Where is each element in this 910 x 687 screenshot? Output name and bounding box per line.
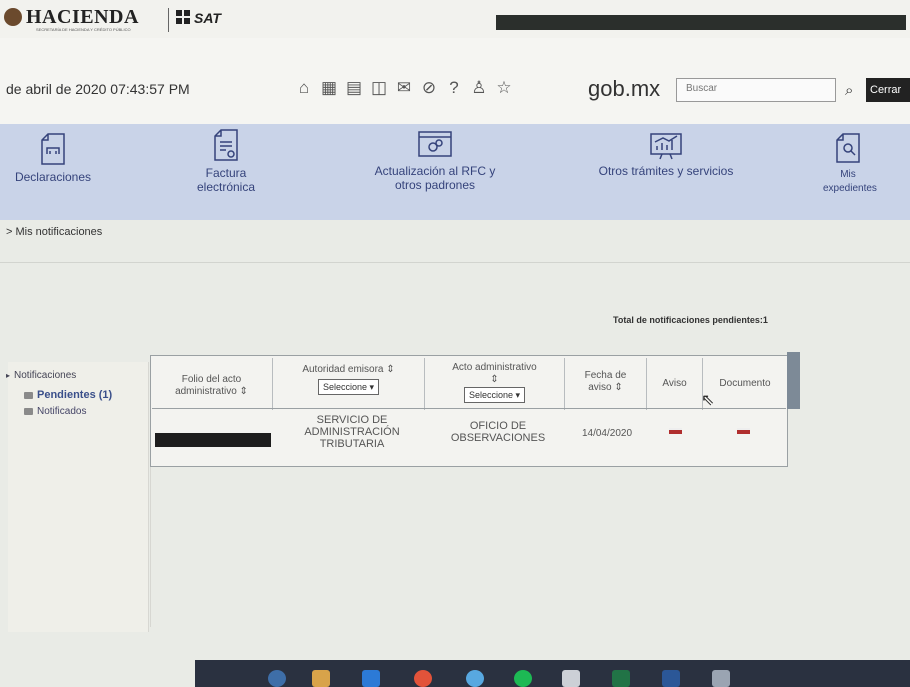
breadcrumb[interactable]: > Mis notificaciones	[6, 226, 102, 238]
column-header-folio[interactable]: Folio del acto administrativo ⇕	[151, 358, 273, 410]
acto-select[interactable]: Seleccione ▾	[463, 387, 526, 403]
session-datetime: de abril de 2020 07:43:57 PM	[6, 81, 190, 97]
column-label: Autoridad emisora	[302, 364, 384, 375]
sat-logo[interactable]: SAT	[194, 10, 221, 26]
expedientes-icon	[836, 133, 860, 163]
aviso-pdf-icon[interactable]	[669, 428, 682, 434]
select-value: Seleccione	[468, 390, 513, 400]
mail-icon[interactable]: ✉	[395, 79, 413, 97]
divider	[0, 262, 910, 263]
rfc-icon	[418, 131, 452, 157]
compass-icon[interactable]: ⊘	[420, 79, 438, 97]
star-icon[interactable]: ☆	[495, 79, 513, 97]
dropdown-arrow-icon: ▾	[515, 390, 521, 400]
nav-label: Factura electrónica	[196, 166, 256, 194]
user-icon[interactable]: ♙	[470, 79, 488, 97]
notifications-tree: ▸ Notificaciones Pendientes (1) Notifica…	[6, 362, 149, 632]
select-value: Seleccione	[322, 382, 367, 392]
sort-icon[interactable]: ⇕	[614, 382, 622, 393]
folder-icon	[24, 408, 33, 415]
book-icon[interactable]: ◫	[370, 79, 388, 97]
nav-label: Mis expedientes	[823, 169, 877, 194]
column-header-acto[interactable]: Acto administrativo ⇕ Seleccione ▾	[425, 358, 565, 410]
nav-item-tramites[interactable]: Otros trámites y servicios	[586, 132, 746, 178]
taskbar-app-icon[interactable]	[712, 670, 730, 687]
sort-icon[interactable]: ⇕	[490, 374, 498, 385]
tree-item-notificados[interactable]: Notificados	[24, 406, 86, 417]
row-divider	[152, 408, 786, 409]
taskbar-app-icon[interactable]	[268, 670, 286, 687]
os-taskbar	[195, 660, 910, 687]
calendar-grid-icon[interactable]: ▦	[320, 79, 338, 97]
nav-label: Declaraciones	[14, 170, 92, 184]
nav-label: Otros trámites y servicios	[598, 164, 734, 178]
sort-icon[interactable]: ⇕	[240, 386, 248, 397]
nav-item-declaraciones[interactable]: Declaraciones	[8, 132, 98, 184]
column-label: Documento	[719, 378, 771, 389]
search-placeholder: Buscar	[686, 83, 718, 94]
home-icon[interactable]: ⌂	[295, 79, 313, 97]
expand-arrow-icon: ▸	[6, 371, 11, 380]
dropdown-arrow-icon: ▾	[369, 382, 375, 392]
taskbar-app-icon[interactable]	[514, 670, 532, 687]
nav-item-factura[interactable]: Factura electrónica	[176, 128, 276, 194]
tree-item-notificaciones[interactable]: ▸ Notificaciones	[6, 370, 76, 381]
cell-date: 14/04/2020	[581, 428, 633, 439]
documento-pdf-icon[interactable]	[737, 428, 750, 434]
tramites-icon	[650, 133, 682, 160]
taskbar-app-icon[interactable]	[562, 670, 580, 687]
tree-label: Pendientes (1)	[37, 389, 113, 401]
factura-icon	[214, 129, 238, 161]
hacienda-logo-subtitle: SECRETARÍA DE HACIENDA Y CRÉDITO PÚBLICO	[36, 27, 131, 32]
hacienda-logo[interactable]: HACIENDA	[26, 6, 139, 29]
sort-icon[interactable]: ⇕	[386, 364, 394, 375]
calendar-icon[interactable]: ▤	[345, 79, 363, 97]
hacienda-seal-icon	[4, 8, 22, 26]
logo-divider	[168, 8, 169, 32]
column-header-documento: Documento	[703, 358, 787, 410]
declaraciones-icon	[41, 133, 65, 165]
main-nav: Declaraciones Factura electrónica Actual…	[0, 124, 910, 220]
taskbar-app-icon[interactable]	[662, 670, 680, 687]
nav-label: Actualización al RFC y otros padrones	[374, 164, 496, 192]
top-redacted-bar	[496, 15, 906, 30]
divider	[150, 467, 151, 627]
cell-authority: SERVICIO DE ADMINISTRACIÓN TRIBUTARIA	[304, 414, 400, 450]
autoridad-select[interactable]: Seleccione ▾	[317, 379, 380, 395]
table-scrollbar[interactable]	[787, 352, 800, 409]
taskbar-app-icon[interactable]	[612, 670, 630, 687]
column-label: Aviso	[662, 378, 687, 389]
column-header-aviso: Aviso	[647, 358, 703, 410]
close-session-button[interactable]: Cerrar	[866, 78, 910, 102]
folio-redacted	[155, 433, 271, 447]
column-header-autoridad[interactable]: Autoridad emisora ⇕ Seleccione ▾	[273, 358, 425, 410]
folder-icon	[24, 391, 33, 399]
nav-item-expedientes[interactable]: Mis expedientes	[808, 132, 888, 196]
help-icon[interactable]: ?	[445, 79, 463, 97]
toolbar-icons: ⌂ ▦ ▤ ◫ ✉ ⊘ ? ♙ ☆	[295, 79, 513, 97]
column-header-fecha[interactable]: Fecha de aviso ⇕	[565, 358, 647, 410]
tree-item-pendientes[interactable]: Pendientes (1)	[24, 389, 112, 401]
sat-logo-icon	[176, 10, 190, 24]
tree-label: Notificados	[37, 406, 87, 417]
taskbar-app-icon[interactable]	[466, 670, 484, 687]
taskbar-app-icon[interactable]	[312, 670, 330, 687]
taskbar-app-icon[interactable]	[414, 670, 432, 687]
gobmx-brand[interactable]: gob.mx	[588, 76, 660, 102]
tree-label: Notificaciones	[14, 370, 77, 381]
search-icon[interactable]: ⌕	[845, 82, 853, 99]
column-label: Folio del acto administrativo	[175, 374, 242, 397]
pending-total: Total de notificaciones pendientes:1	[613, 315, 768, 325]
cell-act: OFICIO DE OBSERVACIONES	[450, 420, 546, 444]
taskbar-app-icon[interactable]	[362, 670, 380, 687]
column-label: Acto administrativo	[452, 362, 537, 373]
nav-item-rfc[interactable]: Actualización al RFC y otros padrones	[360, 130, 510, 192]
mouse-cursor-icon: ⇖	[701, 392, 715, 409]
